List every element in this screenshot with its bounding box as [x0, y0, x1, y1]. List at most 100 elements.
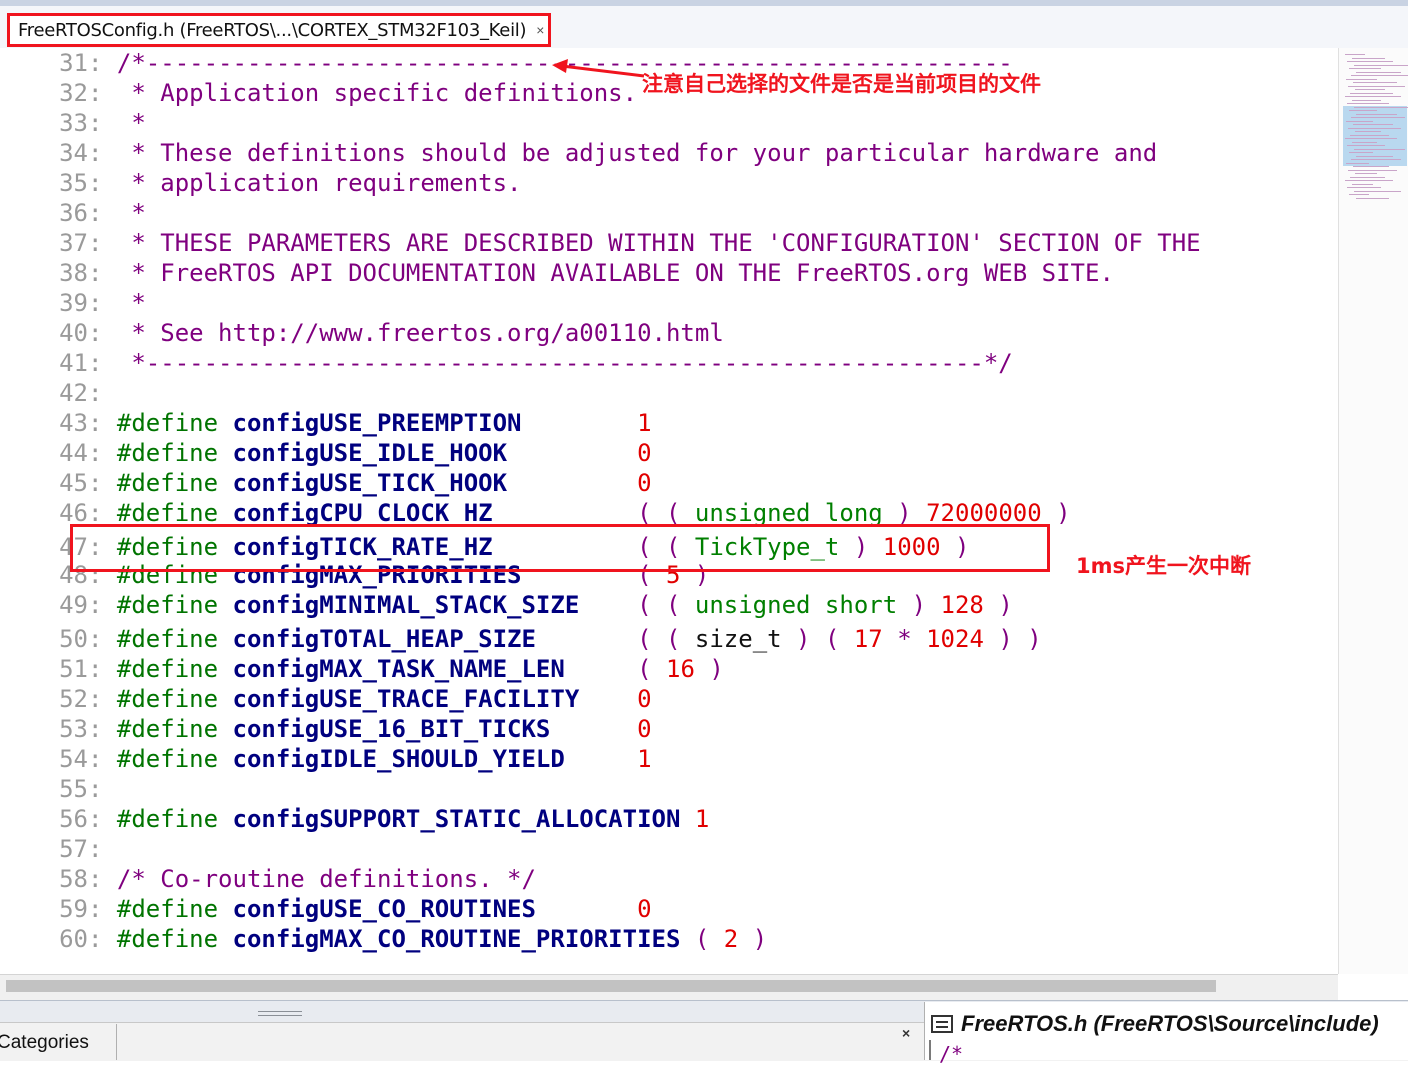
line-number: 45 [59, 469, 88, 497]
line-number-separator: : [88, 895, 117, 923]
close-icon[interactable]: × [536, 22, 544, 38]
minimap-line [1354, 148, 1405, 150]
code-line[interactable]: 35: * application requirements. [0, 168, 521, 198]
line-number: 38 [59, 259, 88, 287]
minimap-line [1355, 89, 1385, 90]
code-line[interactable]: 55: [0, 774, 117, 804]
code-token: ( ( [637, 591, 695, 619]
line-number-separator: : [88, 319, 117, 347]
line-number: 39 [59, 289, 88, 317]
highlight-box [70, 524, 1050, 572]
code-line[interactable]: 60: #define configMAX_CO_ROUTINE_PRIORIT… [0, 924, 767, 954]
minimap-line [1348, 169, 1397, 171]
code-line[interactable]: 34: * These definitions should be adjust… [0, 138, 1157, 168]
code-line[interactable]: 59: #define configUSE_CO_ROUTINES 0 [0, 894, 651, 924]
code-token: 1 [694, 805, 710, 833]
code-token: configUSE_16_BIT_TICKS [232, 715, 551, 743]
line-number-separator: : [88, 865, 117, 893]
code-token: 0 [637, 439, 652, 467]
tab-freertos-h[interactable]: FreeRTOS.h (FreeRTOS\Source\include) [931, 1006, 1379, 1042]
categories-tab[interactable]: Categories [0, 1024, 117, 1060]
line-number: 50 [59, 625, 88, 653]
code-line[interactable]: 36: * [0, 198, 146, 228]
line-number-separator: : [88, 469, 117, 497]
minimap-line [1349, 194, 1369, 195]
code-token: configIDLE_SHOULD_YIELD [232, 745, 565, 773]
line-number-separator: : [88, 655, 117, 683]
line-number-separator: : [88, 109, 117, 137]
code-line[interactable]: 38: * FreeRTOS API DOCUMENTATION AVAILAB… [0, 258, 1114, 288]
minimap-line [1352, 141, 1377, 143]
minimap-line [1346, 162, 1369, 164]
code-preview: /* [939, 1042, 964, 1066]
code-line[interactable]: 57: [0, 834, 117, 864]
minimap-line [1354, 64, 1408, 66]
code-token: #define [116, 715, 233, 743]
scrollbar-thumb[interactable] [6, 980, 1216, 992]
code-line[interactable]: 49: #define configMINIMAL_STACK_SIZE ( (… [0, 590, 1013, 620]
minimap-line [1355, 173, 1377, 174]
minimap-line [1351, 159, 1401, 160]
code-line[interactable]: 40: * See http://www.freertos.org/a00110… [0, 318, 724, 348]
code-line[interactable]: 51: #define configMAX_TASK_NAME_LEN ( 16… [0, 654, 724, 684]
code-line[interactable]: 54: #define configIDLE_SHOULD_YIELD 1 [0, 744, 651, 774]
code-line[interactable]: 44: #define configUSE_IDLE_HOOK 0 [0, 438, 652, 468]
editor-tab-bar: FreeRTOSConfig.h (FreeRTOS\...\CORTEX_ST… [0, 6, 1408, 48]
code-line[interactable]: 52: #define configUSE_TRACE_FACILITY 0 [0, 684, 651, 714]
code-editor[interactable]: 31: /*----------------------------------… [0, 48, 1338, 974]
code-line[interactable]: 58: /* Co-routine definitions. */ [0, 864, 536, 894]
line-number-separator: : [88, 349, 117, 377]
code-line[interactable]: 32: * Application specific definitions. [0, 78, 637, 108]
line-number: 60 [59, 925, 88, 953]
code-token: ( ( [637, 625, 695, 653]
line-number: 41 [59, 349, 88, 377]
code-token: #define [116, 625, 233, 653]
line-number: 31 [59, 49, 88, 77]
code-token: #define [116, 469, 233, 497]
line-number: 58 [59, 865, 88, 893]
code-line[interactable]: 41: *-----------------------------------… [0, 348, 1013, 378]
code-line[interactable]: 50: #define configTOTAL_HEAP_SIZE ( ( si… [0, 624, 1042, 654]
code-token: ) [694, 655, 724, 683]
splitter-grip-icon[interactable] [258, 1011, 302, 1016]
line-number: 59 [59, 895, 88, 923]
code-line[interactable]: 33: * [0, 108, 146, 138]
code-token: ) [1041, 499, 1071, 527]
minimap-viewport[interactable] [1343, 106, 1407, 166]
horizontal-scrollbar[interactable] [0, 974, 1338, 1001]
code-token: configTOTAL_HEAP_SIZE [232, 625, 536, 653]
code-line[interactable]: 53: #define configUSE_16_BIT_TICKS 0 [0, 714, 651, 744]
code-token: configUSE_IDLE_HOOK [232, 439, 508, 467]
code-token: 17 [853, 625, 883, 653]
code-token: * See http://www.freertos.org/a00110.htm… [116, 319, 724, 347]
code-line[interactable]: 43: #define configUSE_PREEMPTION 1 [0, 408, 651, 438]
code-line[interactable]: 56: #define configSUPPORT_STATIC_ALLOCAT… [0, 804, 709, 834]
line-number-separator: : [88, 745, 117, 773]
code-line[interactable]: 45: #define configUSE_TICK_HOOK 0 [0, 468, 651, 498]
code-token: unsigned long [694, 499, 883, 527]
code-token: * [116, 109, 146, 137]
tab-freertosconfig[interactable]: FreeRTOSConfig.h (FreeRTOS\...\CORTEX_ST… [7, 13, 551, 47]
line-number-separator: : [88, 805, 117, 833]
line-number: 44 [59, 439, 88, 467]
code-token: #define [116, 439, 233, 467]
code-minimap[interactable] [1338, 48, 1408, 974]
secondary-editor-pane[interactable]: FreeRTOS.h (FreeRTOS\Source\include) /* [924, 1002, 1408, 1066]
minimap-line [1352, 183, 1373, 185]
line-number: 32 [59, 79, 88, 107]
line-number-separator: : [88, 625, 117, 653]
code-line[interactable]: 42: [0, 378, 117, 408]
code-token: #define [116, 745, 233, 773]
line-number: 35 [59, 169, 88, 197]
line-number-separator: : [88, 591, 117, 619]
code-line[interactable]: 37: * THESE PARAMETERS ARE DESCRIBED WIT… [0, 228, 1201, 258]
code-line[interactable]: 39: * [0, 288, 146, 318]
code-token: #define [116, 895, 233, 923]
minimap-line [1346, 120, 1373, 122]
close-icon[interactable]: × [902, 1025, 910, 1041]
minimap-line [1356, 155, 1393, 157]
minimap-line [1349, 152, 1373, 153]
code-token: #define [116, 499, 233, 527]
